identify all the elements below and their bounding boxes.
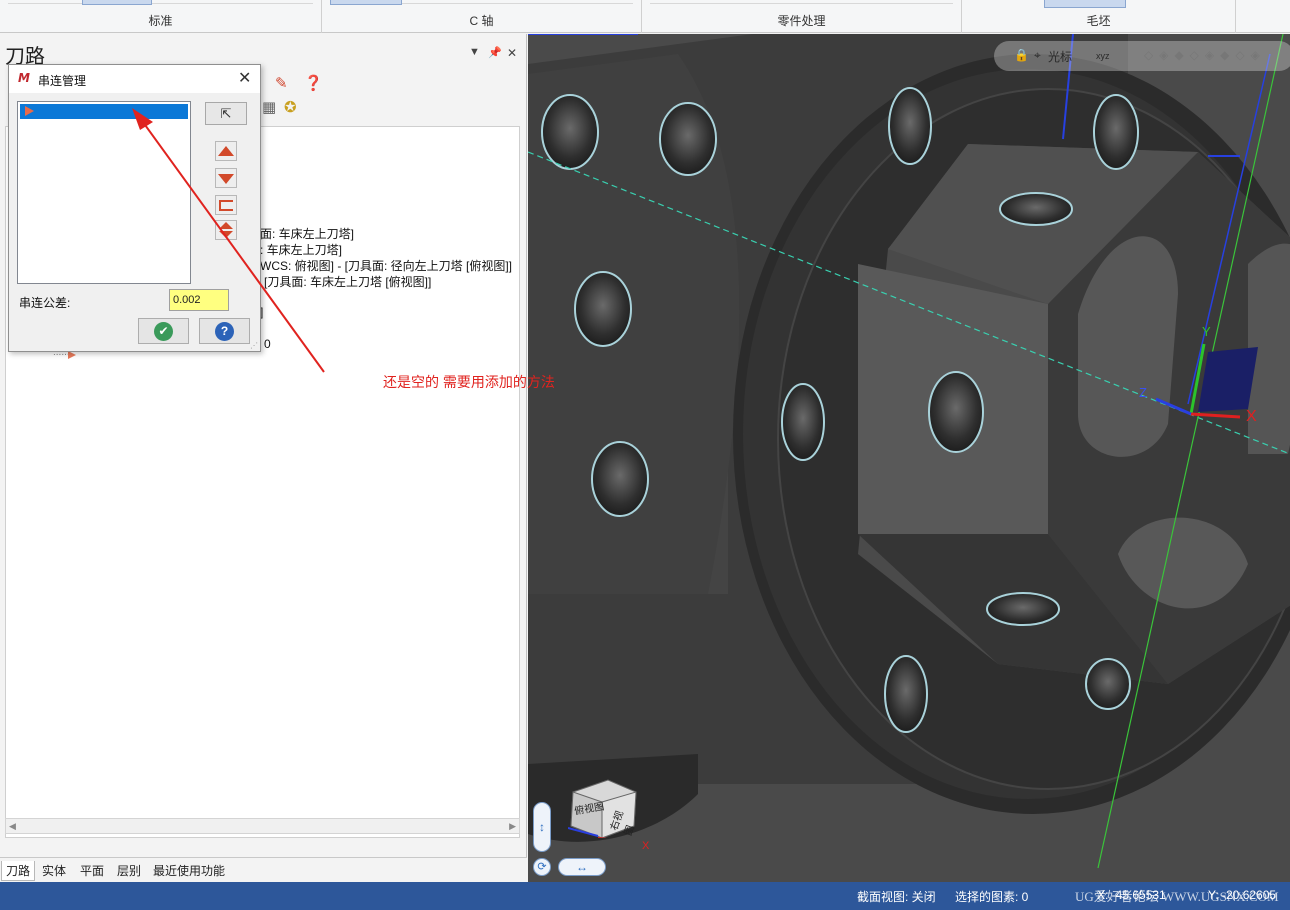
chain-manager-dialog: Ⅿ 串连管理 ✕ ⇱ 串连公差: ✔ ? ⋰ <box>8 64 261 352</box>
tab-toolpaths[interactable]: 刀路 <box>1 861 36 881</box>
close-panel-icon[interactable]: ✕ <box>507 46 517 60</box>
cursor-arrow-icon: ⇱ <box>220 106 232 121</box>
tree-item[interactable]: 0 <box>264 337 271 351</box>
ribbon-group-standard[interactable]: 标准 <box>0 0 322 33</box>
ribbon-group-c-axis[interactable]: C 轴 <box>322 0 642 33</box>
tab-solids[interactable]: 实体 <box>38 861 70 881</box>
mastercam-logo-icon: Ⅿ <box>18 71 30 85</box>
chain-tolerance-label: 串连公差: <box>19 296 71 310</box>
panel-dropdown-icon[interactable]: ▼ <box>469 46 480 58</box>
cursor-label[interactable]: 光标 <box>1048 48 1072 65</box>
horizontal-scrollbar[interactable]: ◀ ▶ <box>5 818 520 834</box>
move-up-button[interactable] <box>215 141 237 161</box>
reverse-chain-button[interactable] <box>215 195 237 215</box>
ribbon-group-label: 零件处理 <box>777 14 826 28</box>
panel-tabs: 刀路 实体 平面 层别 最近使用功能 <box>0 857 527 882</box>
ribbon-group-label: 标准 <box>148 14 173 28</box>
tree-item[interactable]: 面: 车床左上刀塔] <box>260 225 354 242</box>
up-arrow-icon <box>218 146 234 156</box>
axis-label-y: Y <box>1202 324 1211 339</box>
pin-icon[interactable]: 📌 <box>488 46 502 59</box>
reorder-up-icon <box>219 222 233 229</box>
help-icon[interactable]: ❓ <box>304 74 323 92</box>
axis-label-x: X <box>1246 408 1257 425</box>
select-chain-button[interactable]: ⇱ <box>205 102 247 125</box>
ribbon-group-part-processing[interactable]: 零件处理 <box>642 0 962 33</box>
selected-entities-status: 选择的图素: 0 <box>955 890 1029 904</box>
reverse-icon <box>219 200 233 211</box>
reorder-button[interactable] <box>215 220 237 240</box>
tree-item[interactable]: : 车床左上刀塔] <box>260 241 342 258</box>
scroll-right-icon[interactable]: ▶ <box>509 821 516 832</box>
verify-icon[interactable]: ▦ <box>262 98 276 116</box>
close-icon[interactable]: ✕ <box>238 68 251 88</box>
chain-tolerance-input[interactable] <box>169 289 229 311</box>
chain-arrow-icon <box>25 106 34 116</box>
ribbon-group-stock[interactable]: 毛坯 <box>962 0 1236 33</box>
scroll-left-icon[interactable]: ◀ <box>9 821 16 832</box>
toolpath-tool-icon[interactable]: ✎ <box>275 74 288 92</box>
reorder-down-icon <box>219 231 233 238</box>
viewport-toolbar: 🔒 ⌖ 光标 xyz ◇◈◆◇◈◆◇◈ <box>994 41 1290 71</box>
watermark: UG爱好者论坛 WWW.UGSNX.COM <box>1075 889 1279 904</box>
horizontal-pan-button[interactable]: ↔ <box>558 858 606 876</box>
backplot-icon[interactable]: ✪ <box>284 98 297 116</box>
cursor-icon[interactable]: ⌖ <box>1034 48 1041 63</box>
insert-arrow-icon <box>68 351 76 359</box>
snap-icons[interactable]: ◇◈◆◇◈◆◇◈ <box>1144 48 1266 62</box>
tab-recent-functions[interactable]: 最近使用功能 <box>149 861 229 881</box>
axis-label-z: Z <box>1139 385 1147 400</box>
checkmark-icon: ✔ <box>154 322 173 341</box>
view-cube[interactable]: 俯视图 右视图 <box>567 778 638 843</box>
tab-planes[interactable]: 平面 <box>76 861 108 881</box>
chain-list[interactable] <box>17 101 191 284</box>
chain-list-row-selected[interactable] <box>20 104 188 119</box>
tab-levels[interactable]: 层别 <box>113 861 145 881</box>
move-down-button[interactable] <box>215 168 237 188</box>
dialog-title-bar[interactable]: Ⅿ 串连管理 ✕ <box>9 65 260 93</box>
ribbon-group-bar: 标准 C 轴 零件处理 毛坯 <box>0 0 1290 33</box>
ribbon-group-label: C 轴 <box>469 14 494 28</box>
rotate-view-button[interactable]: ⟳ <box>533 858 551 876</box>
down-arrow-icon <box>218 174 234 184</box>
x-axis-small-label: X <box>642 840 650 852</box>
ok-button[interactable]: ✔ <box>138 318 189 344</box>
lock-icon[interactable]: 🔒 <box>1014 48 1029 62</box>
graphics-viewport[interactable]: X Y Z 🔒 ⌖ 光标 xyz ◇◈◆◇◈◆◇◈ 俯视图 右视图 X ↕ ⟳ … <box>528 34 1290 882</box>
annotation-note: 还是空的 需要用添加的方法 <box>383 374 555 390</box>
vertical-pan-button[interactable]: ↕ <box>533 802 551 852</box>
help-question-icon: ? <box>215 322 234 341</box>
tree-item[interactable]: [刀具面: 车床左上刀塔 [俯视图]] <box>264 273 431 290</box>
ribbon-group-label: 毛坯 <box>1086 14 1111 28</box>
resize-grip-icon[interactable]: ⋰ <box>250 341 258 350</box>
xyz-icon[interactable]: xyz <box>1096 51 1110 61</box>
section-view-status[interactable]: 截面视图: 关闭 <box>857 888 936 905</box>
part-model <box>528 34 1290 869</box>
dialog-title: 串连管理 <box>38 74 87 88</box>
tree-item[interactable]: WCS: 俯视图] - [刀具面: 径向左上刀塔 [俯视图]] <box>260 257 512 274</box>
help-button[interactable]: ? <box>199 318 250 344</box>
